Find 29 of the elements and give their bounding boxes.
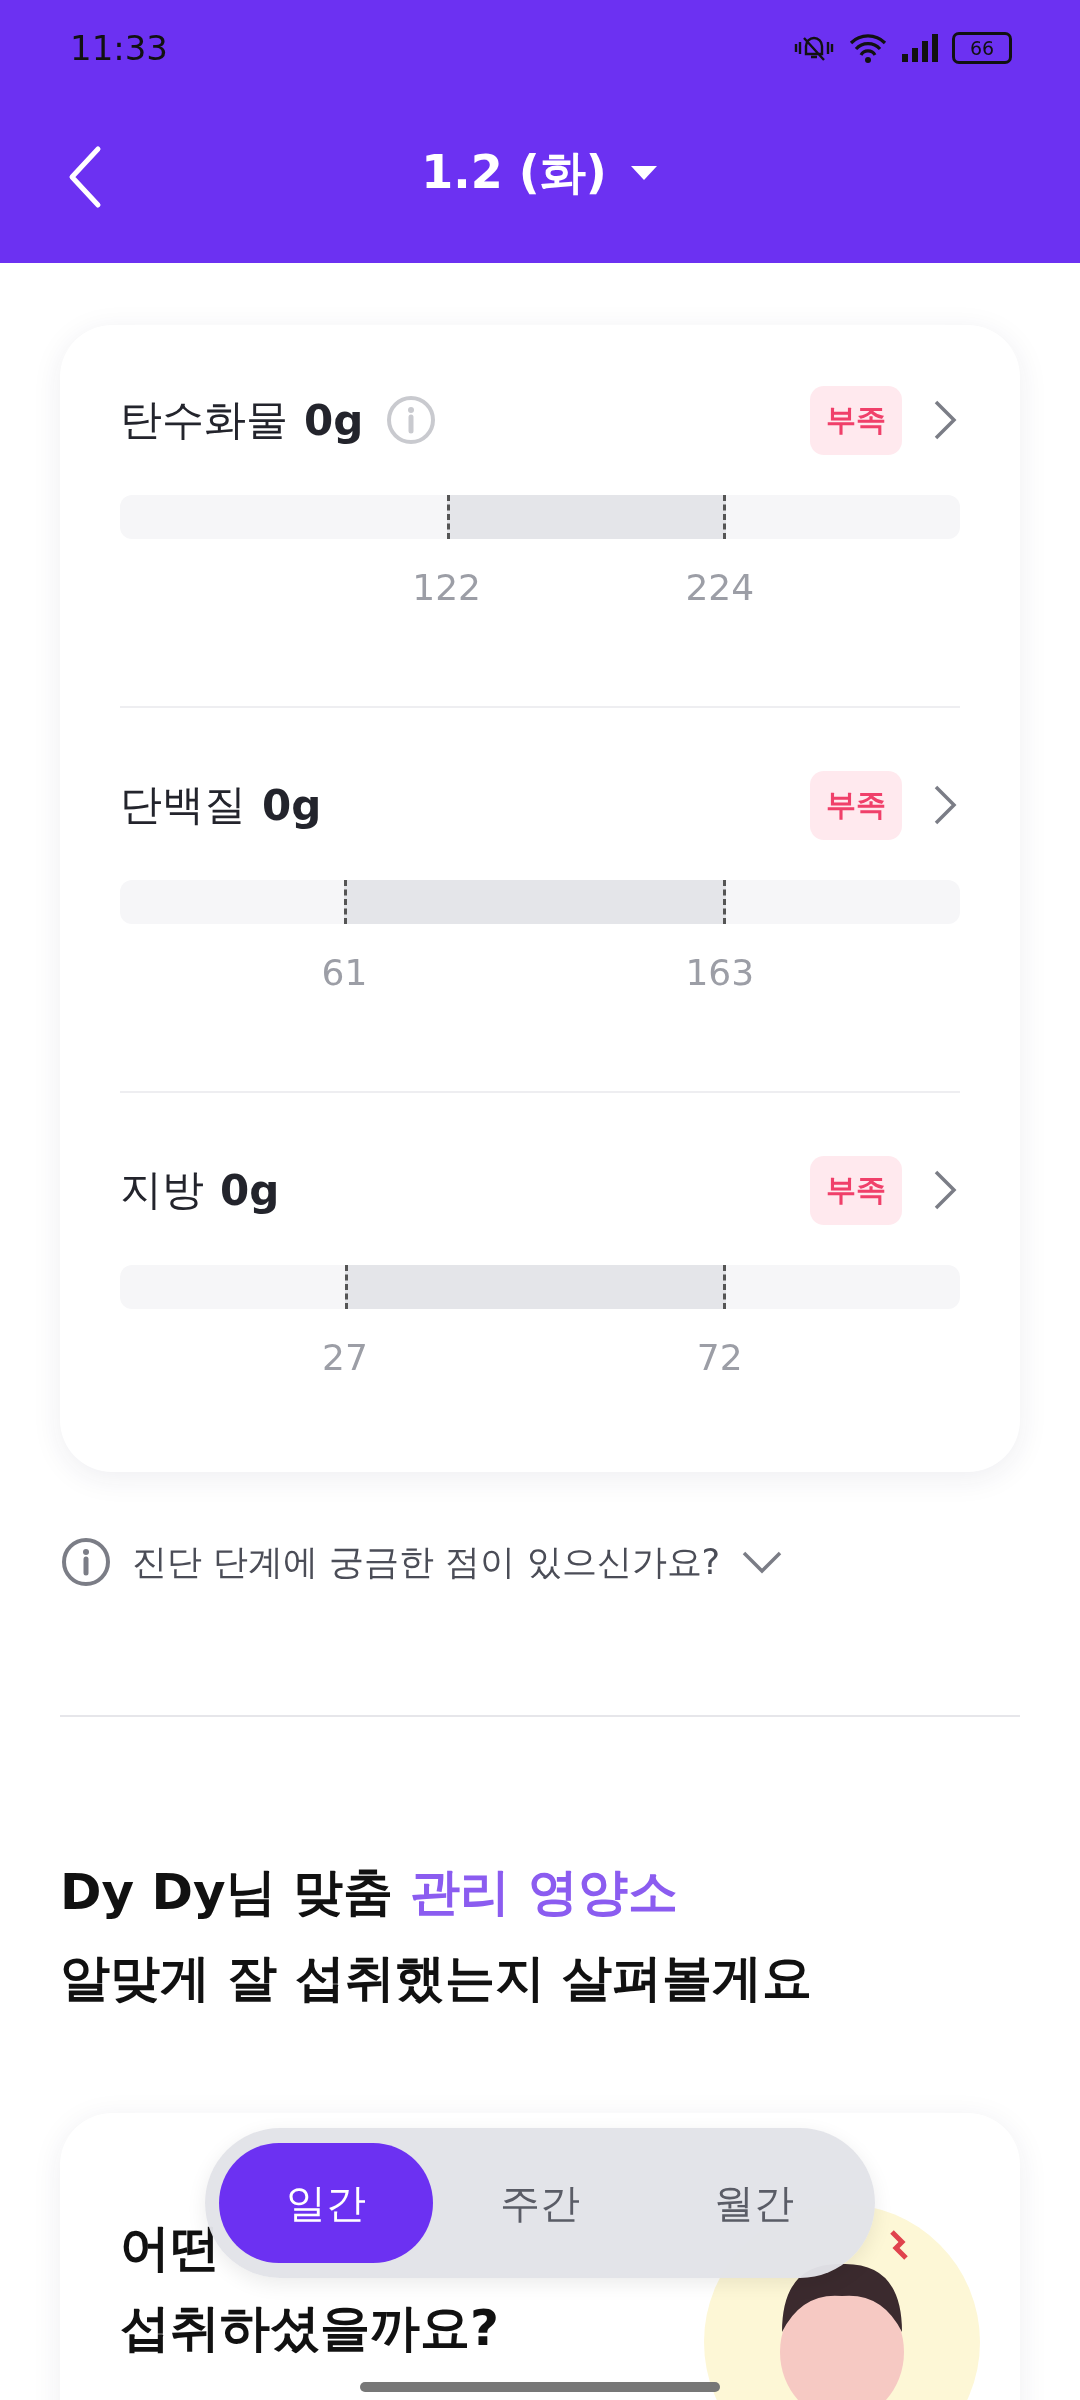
info-icon bbox=[60, 1536, 112, 1588]
nutrient-amount: 0g bbox=[220, 1165, 280, 1215]
period-tab[interactable]: 주간 bbox=[433, 2143, 647, 2263]
status-badge: 부족 bbox=[810, 770, 902, 840]
range-max-label: 224 bbox=[685, 567, 755, 608]
nutrient-name: 지방 bbox=[120, 1164, 204, 1216]
battery-icon: 66 bbox=[952, 31, 1012, 64]
range-min-label: 61 bbox=[321, 952, 368, 993]
section-heading: Dy Dy님 맞춤 관리 영양소 bbox=[60, 1862, 679, 1923]
faq-toggle[interactable]: 진단 단계에 궁금한 점이 있으신가요? bbox=[60, 1536, 785, 1588]
nutrient-amount: 0g bbox=[304, 395, 364, 445]
card-title: 어떤 bbox=[120, 2218, 220, 2279]
signal-icon bbox=[900, 31, 940, 64]
status-time: 11:33 bbox=[70, 27, 168, 68]
card-title: 섭취하셨을까요? bbox=[120, 2298, 499, 2359]
wifi-icon bbox=[848, 31, 888, 64]
period-tab[interactable]: 일간 bbox=[219, 2143, 433, 2263]
range-max-label: 163 bbox=[685, 952, 755, 993]
range-min-label: 27 bbox=[322, 1337, 368, 1378]
section-subheading: 알맞게 잘 섭취했는지 살펴볼게요 bbox=[60, 1948, 814, 2009]
range-min-label: 122 bbox=[412, 567, 481, 608]
period-tab[interactable]: 월간 bbox=[647, 2143, 861, 2263]
status-badge: 부족 bbox=[810, 1155, 902, 1225]
nutrient-amount: 0g bbox=[262, 780, 322, 830]
range-max-label: 72 bbox=[696, 1337, 743, 1378]
nutrient-name: 탄수화물 bbox=[120, 394, 288, 446]
nutrient-name: 단백질 bbox=[120, 779, 246, 831]
status-badge: 부족 bbox=[810, 385, 902, 455]
date-selector[interactable]: 1.2 (화) bbox=[421, 142, 659, 204]
